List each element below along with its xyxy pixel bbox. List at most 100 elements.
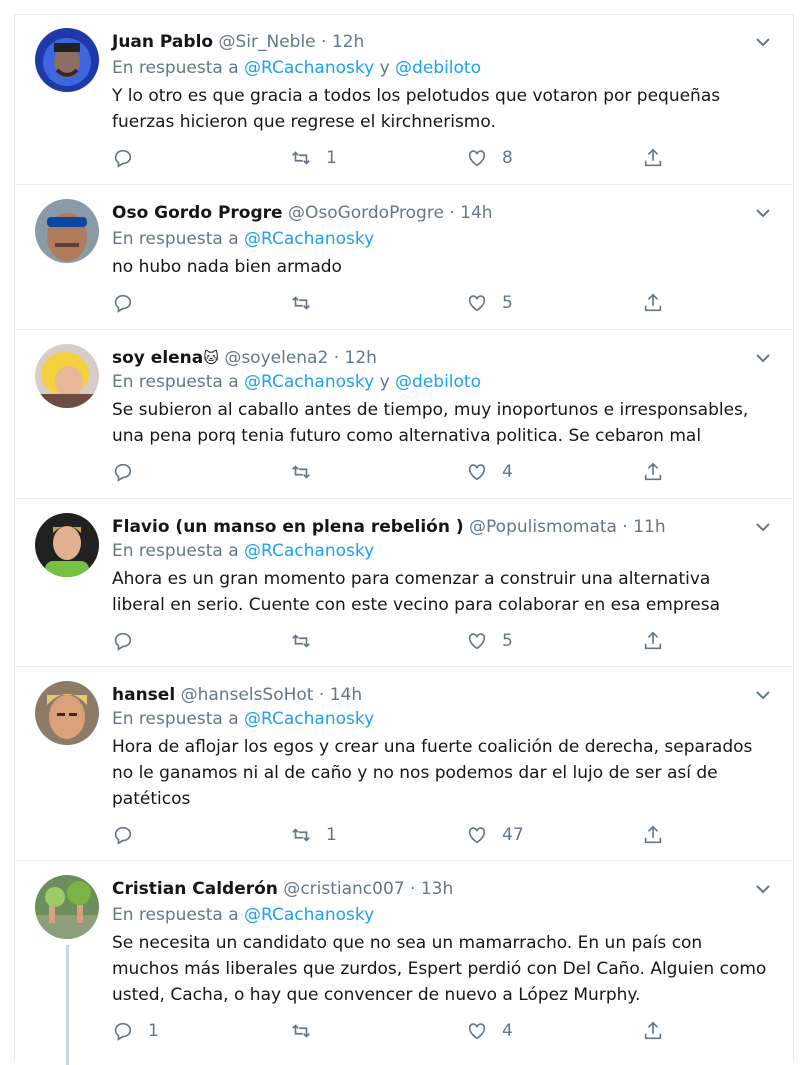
avatar[interactable] <box>35 681 99 745</box>
reply-icon <box>114 463 132 482</box>
like-count: 5 <box>502 631 513 651</box>
reply-count: 1 <box>148 1021 159 1041</box>
reply-button[interactable]: 1 <box>112 1019 159 1043</box>
share-icon <box>644 631 662 650</box>
retweet-button[interactable] <box>290 291 326 315</box>
tweet-text: no hubo nada bien armado <box>112 257 342 277</box>
mention-link[interactable]: @RCachanosky <box>244 372 374 392</box>
user-handle[interactable]: @OsoGordoProgre <box>288 203 444 223</box>
user-handle[interactable]: @Sir_Neble <box>218 32 315 52</box>
avatar[interactable] <box>35 28 99 92</box>
share-button[interactable] <box>642 823 664 847</box>
mention-link[interactable]: @RCachanosky <box>244 905 374 925</box>
reply-button[interactable] <box>112 460 148 484</box>
reply-context: En respuesta a @RCachanosky <box>112 227 374 251</box>
separator-dot: · <box>333 348 340 368</box>
retweet-icon <box>292 296 310 310</box>
mention-link[interactable]: @RCachanosky <box>244 541 374 561</box>
action-bar: 5 <box>112 629 672 653</box>
retweet-icon <box>292 465 310 479</box>
tweet-4[interactable]: hansel @hanselsSoHot · 14h En respuesta … <box>14 667 794 861</box>
avatar[interactable] <box>35 199 99 263</box>
timestamp[interactable]: 14h <box>460 203 492 223</box>
mention-link[interactable]: @RCachanosky <box>244 58 374 78</box>
tweet-text: Se necesita un candidato que no sea un m… <box>112 933 767 1005</box>
reply-conj: y <box>379 58 390 78</box>
share-button[interactable] <box>642 629 664 653</box>
cat-emoji: 🐱 <box>203 349 219 367</box>
avatar[interactable] <box>35 875 99 939</box>
reply-button[interactable] <box>112 823 148 847</box>
chevron-down-icon[interactable] <box>753 685 773 705</box>
display-name[interactable]: Cristian Calderón <box>112 879 278 899</box>
retweet-count: 1 <box>326 825 337 845</box>
avatar[interactable] <box>35 513 99 577</box>
tweet-2[interactable]: soy elena🐱 @soyelena2 · 12h En respuesta… <box>14 330 794 499</box>
reply-button[interactable] <box>112 146 148 170</box>
tweet-text: Hora de aflojar los egos y crear una fue… <box>112 737 753 809</box>
mention-link[interactable]: @RCachanosky <box>244 709 374 729</box>
retweet-button[interactable] <box>290 1019 326 1043</box>
reply-icon <box>114 294 132 313</box>
separator-dot: · <box>449 203 455 223</box>
display-name[interactable]: soy elena <box>112 348 203 368</box>
display-name[interactable]: Oso Gordo Progre <box>112 203 283 223</box>
timestamp[interactable]: 14h <box>330 685 362 705</box>
like-button[interactable]: 5 <box>466 291 513 315</box>
action-bar: 5 <box>112 291 672 315</box>
tweet-5[interactable]: Cristian Calderón @cristianc007 · 13h En… <box>14 861 794 1065</box>
share-icon <box>644 825 662 844</box>
like-button[interactable]: 47 <box>466 823 524 847</box>
thread-line <box>66 945 69 1065</box>
action-bar: 1 47 <box>112 823 672 847</box>
tweet-3[interactable]: Flavio (un manso en plena rebelión ) @Po… <box>14 499 794 667</box>
tweet-0[interactable]: Juan Pablo @Sir_Neble · 12h En respuesta… <box>14 14 794 185</box>
display-name[interactable]: hansel <box>112 685 175 705</box>
reply-icon <box>114 632 132 651</box>
like-count: 8 <box>502 148 513 168</box>
tweet-header: Cristian Calderón @cristianc007 · 13h <box>112 877 453 901</box>
display-name[interactable]: Juan Pablo <box>112 32 213 52</box>
avatar[interactable] <box>35 344 99 408</box>
mention-link[interactable]: @debiloto <box>395 372 481 392</box>
share-icon <box>644 462 662 481</box>
reply-button[interactable] <box>112 291 148 315</box>
heart-icon <box>468 1023 486 1040</box>
reply-context: En respuesta a @RCachanosky y @debiloto <box>112 56 481 80</box>
chevron-down-icon[interactable] <box>753 348 773 368</box>
tweet-1[interactable]: Oso Gordo Progre @OsoGordoProgre · 14h E… <box>14 185 794 330</box>
user-handle[interactable]: @cristianc007 <box>283 879 404 899</box>
like-button[interactable]: 8 <box>466 146 513 170</box>
share-button[interactable] <box>642 460 664 484</box>
like-button[interactable]: 5 <box>466 629 513 653</box>
share-button[interactable] <box>642 146 664 170</box>
retweet-button[interactable]: 1 <box>290 146 337 170</box>
chevron-down-icon[interactable] <box>753 517 773 537</box>
display-name[interactable]: Flavio (un manso en plena rebelión ) <box>112 517 464 537</box>
user-handle[interactable]: @hanselsSoHot <box>181 685 314 705</box>
timestamp[interactable]: 11h <box>633 517 665 537</box>
timestamp[interactable]: 13h <box>421 879 453 899</box>
share-button[interactable] <box>642 291 664 315</box>
reply-prefix: En respuesta a <box>112 229 239 249</box>
like-button[interactable]: 4 <box>466 460 513 484</box>
reply-icon <box>114 1022 132 1041</box>
tweet-text: Y lo otro es que gracia a todos los pelo… <box>112 86 721 132</box>
retweet-button[interactable]: 1 <box>290 823 337 847</box>
retweet-button[interactable] <box>290 629 326 653</box>
user-handle[interactable]: @Populismomata <box>469 517 617 537</box>
share-button[interactable] <box>642 1019 664 1043</box>
chevron-down-icon[interactable] <box>753 32 773 52</box>
retweet-button[interactable] <box>290 460 326 484</box>
timestamp[interactable]: 12h <box>345 348 377 368</box>
tweet-text: Ahora es un gran momento para comenzar a… <box>112 569 720 615</box>
like-button[interactable]: 4 <box>466 1019 513 1043</box>
user-handle[interactable]: @soyelena2 <box>224 348 328 368</box>
chevron-down-icon[interactable] <box>753 879 773 899</box>
chevron-down-icon[interactable] <box>753 203 773 223</box>
reply-button[interactable] <box>112 629 148 653</box>
mention-link[interactable]: @debiloto <box>395 58 481 78</box>
separator-dot: · <box>318 685 325 705</box>
timestamp[interactable]: 12h <box>332 32 364 52</box>
mention-link[interactable]: @RCachanosky <box>244 229 374 249</box>
